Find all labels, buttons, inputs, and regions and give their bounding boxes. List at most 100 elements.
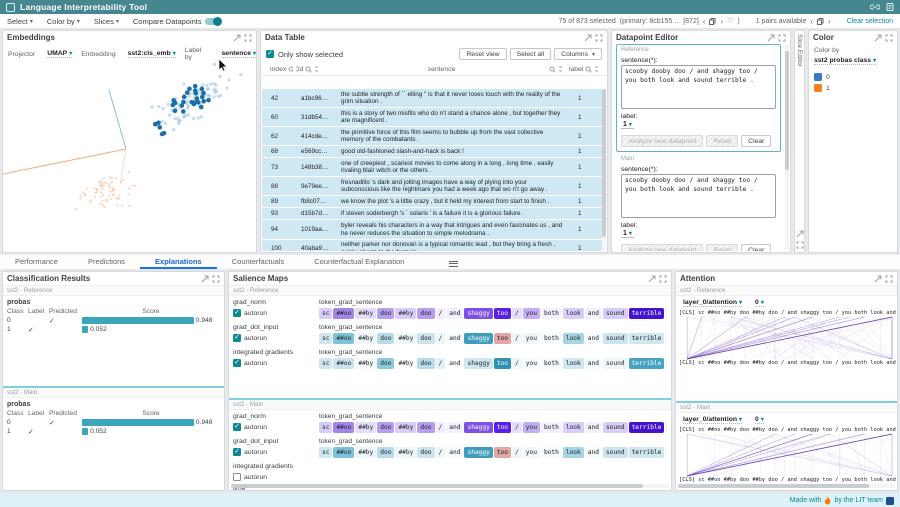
autorun-checkbox[interactable] [233, 473, 241, 481]
sort-icon[interactable] [594, 65, 599, 73]
search-icon[interactable] [305, 66, 312, 73]
salience-token[interactable]: / [436, 447, 446, 458]
table-row[interactable]: 10040aba9…neither parker nor donovan is … [262, 240, 602, 251]
salience-token[interactable]: ##by [395, 447, 416, 458]
label-select[interactable]: 1▾ [621, 121, 634, 129]
table-row[interactable]: 93d15b7d…if steven soderbergh 's ` solar… [262, 208, 602, 220]
salience-token[interactable]: doo [377, 333, 394, 344]
clear-button[interactable]: Clear [741, 135, 771, 147]
compare-datapoints-toggle[interactable] [205, 18, 221, 25]
tab-explanations[interactable]: Explanations [140, 255, 217, 269]
salience-token[interactable]: and [446, 358, 463, 369]
salience-token[interactable]: both [541, 333, 562, 344]
classification-row[interactable]: 1✓0.052 [3, 325, 224, 334]
select-all-button[interactable]: Select all [510, 48, 552, 60]
tab-predictions[interactable]: Predictions [73, 255, 140, 269]
color-by-menu[interactable]: Color by▾ [47, 17, 80, 26]
popout-icon[interactable] [874, 275, 882, 283]
salience-token[interactable]: ##oo [333, 422, 354, 433]
fullscreen-icon[interactable] [595, 34, 603, 42]
fullscreen-icon[interactable] [244, 34, 252, 42]
salience-token[interactable]: . [665, 333, 667, 344]
attention-layer-select[interactable]: layer_0/attention▾ [683, 299, 742, 307]
analyze-new-datapoint-button[interactable]: Analyze new datapoint [621, 244, 703, 251]
popout-icon[interactable] [767, 34, 775, 42]
next-pair-button[interactable]: › [828, 17, 831, 26]
lit-flag-icon[interactable] [886, 497, 894, 505]
salience-token[interactable]: / [436, 422, 446, 433]
salience-token[interactable]: both [541, 308, 562, 319]
sentence-textarea[interactable]: scooby dooby doo / and shaggy too / you … [621, 174, 776, 218]
fullscreen-icon[interactable] [212, 275, 220, 283]
popout-icon[interactable] [233, 34, 241, 42]
table-row[interactable]: 68e569cc…good old-fashioned slash-and-ha… [262, 146, 602, 158]
column-header-sentence[interactable]: sentence [334, 66, 549, 73]
salience-token[interactable]: and [585, 308, 602, 319]
salience-token[interactable]: and [585, 422, 602, 433]
salience-token[interactable]: sound [603, 358, 628, 369]
reset-button[interactable]: Reset [706, 135, 738, 147]
column-header-id[interactable]: id [298, 65, 334, 73]
salience-token[interactable]: doo [417, 333, 434, 344]
table-row[interactable]: 889e79ee…fresnadillo 's dark and jolting… [262, 177, 602, 196]
table-row[interactable]: 42a1bc96…the subtle strength of `` ellin… [262, 89, 602, 108]
tab-counterfactuals[interactable]: Counterfactuals [217, 255, 300, 269]
attention-horizontal-scrollbar[interactable] [678, 484, 895, 488]
salience-token[interactable]: sc [319, 422, 332, 433]
color-by-select[interactable]: sst2 probas class▾ [814, 57, 876, 65]
fullscreen-icon[interactable] [796, 241, 804, 249]
salience-token[interactable]: ##by [355, 308, 376, 319]
salience-token[interactable]: ##oo [333, 358, 354, 369]
reset-button[interactable]: Reset [706, 244, 738, 251]
salience-token[interactable]: sc [319, 358, 332, 369]
table-row[interactable]: 6031db54…this is a story of two misfits … [262, 108, 602, 127]
salience-token[interactable]: ##by [355, 333, 376, 344]
salience-token[interactable]: ##by [395, 358, 416, 369]
salience-token[interactable]: terrible [629, 333, 665, 344]
salience-token[interactable]: shaggy [464, 422, 492, 433]
salience-token[interactable]: and [585, 447, 602, 458]
salience-token[interactable]: sc [319, 308, 332, 319]
salience-token[interactable]: ##by [395, 422, 416, 433]
salience-token[interactable]: both [541, 422, 562, 433]
salience-token[interactable]: doo [417, 422, 434, 433]
salience-token[interactable]: and [446, 447, 463, 458]
salience-token[interactable]: look [563, 358, 584, 369]
salience-token[interactable]: doo [377, 358, 394, 369]
attention-head-select[interactable]: 0▾ [755, 299, 764, 307]
fullscreen-icon[interactable] [778, 34, 786, 42]
salience-token[interactable]: ##by [355, 358, 376, 369]
salience-token[interactable]: sound [603, 447, 628, 458]
salience-token[interactable]: shaggy [464, 358, 492, 369]
editor-vertical-scrollbar[interactable] [785, 45, 789, 250]
salience-token[interactable]: ##oo [333, 308, 354, 319]
salience-token[interactable]: and [585, 358, 602, 369]
salience-token[interactable]: look [563, 422, 584, 433]
popout-icon[interactable] [796, 230, 804, 238]
salience-token[interactable]: terrible [629, 447, 665, 458]
embedding-select[interactable]: sst2:cls_emb▾ [128, 50, 176, 58]
clear-selection-button[interactable]: Clear selection [847, 18, 893, 25]
salience-token[interactable]: sound [603, 422, 628, 433]
salience-token[interactable]: look [563, 308, 584, 319]
classification-row[interactable]: 1✓0.052 [3, 427, 224, 436]
salience-token[interactable]: doo [417, 308, 434, 319]
salience-token[interactable]: sc [319, 333, 332, 344]
salience-token[interactable]: ##by [355, 447, 376, 458]
salience-token[interactable]: / [512, 422, 522, 433]
fullscreen-icon[interactable] [659, 275, 667, 283]
projector-select[interactable]: UMAP▾ [47, 50, 72, 58]
salience-token[interactable]: / [512, 308, 522, 319]
sentence-textarea[interactable]: scooby dooby doo / and shaggy too / you … [621, 65, 776, 109]
salience-token[interactable]: / [512, 358, 522, 369]
label-select[interactable]: 1▾ [621, 230, 634, 238]
slices-menu[interactable]: Slices▾ [94, 17, 119, 26]
sentence-search-controls[interactable] [549, 65, 563, 73]
table-row[interactable]: 89fb8c07…we know the plot 's a little cr… [262, 196, 602, 208]
salience-token[interactable]: and [446, 422, 463, 433]
autorun-checkbox[interactable]: ✓ [233, 423, 241, 431]
copy-pair-icon[interactable] [817, 18, 824, 25]
search-icon[interactable] [585, 66, 592, 73]
salience-token[interactable]: / [512, 333, 522, 344]
embedding-scatterplot[interactable] [3, 44, 256, 252]
